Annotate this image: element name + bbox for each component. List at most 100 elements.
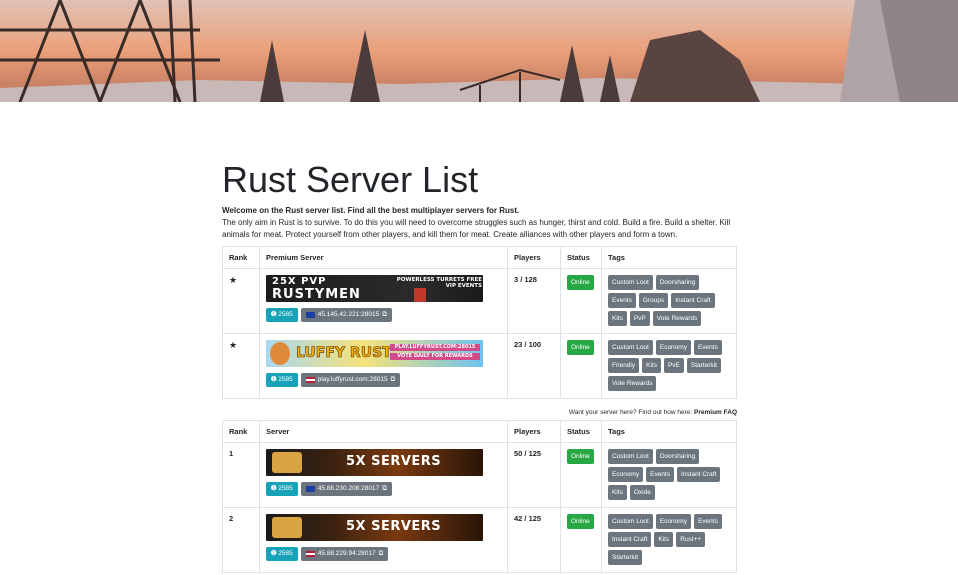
tag[interactable]: Events	[646, 467, 674, 482]
player-count: 42 / 125	[507, 507, 561, 573]
header-rank: Rank	[222, 420, 260, 443]
status-badge: Online	[567, 449, 594, 464]
vote-button[interactable]: ➊ 2585	[266, 373, 298, 387]
rank-number: 1	[222, 442, 260, 508]
hero-banner	[0, 0, 958, 102]
server-banner[interactable]: 25X PVP RUSTYMEN POWERLESS TURRETS FREE …	[266, 275, 483, 302]
banner-side-text: POWERLESS TURRETS FREE VIP EVENTS	[396, 277, 482, 289]
vote-button[interactable]: ➊ 2585	[266, 482, 298, 496]
header-players: Players	[507, 246, 561, 269]
banner-logo	[272, 517, 302, 538]
vote-arrow-icon: ➊	[271, 311, 277, 318]
tag[interactable]: Kits	[608, 485, 627, 500]
tag[interactable]: PvE	[663, 358, 684, 373]
premium-faq-line: Want your server here? Find out how here…	[568, 409, 737, 416]
tag[interactable]: Oxide	[629, 485, 655, 500]
tag[interactable]: Vote Rewards	[652, 311, 702, 326]
vote-arrow-icon: ➊	[271, 550, 277, 557]
premium-server-table: Rank Premium Server Players Status Tags …	[222, 246, 737, 399]
banner-top-text: 25X PVP	[272, 276, 327, 287]
tag[interactable]: Custom Loot	[608, 514, 653, 529]
banner-main-text: 5X SERVERS	[346, 454, 442, 469]
tag[interactable]: Instant Craft	[671, 293, 715, 308]
status-badge: Online	[567, 340, 594, 355]
player-count: 50 / 125	[507, 442, 561, 508]
eu-flag-icon	[305, 312, 315, 318]
player-count: 3 / 128	[507, 268, 561, 334]
tag[interactable]: Custom Loot	[608, 275, 653, 290]
tag[interactable]: Events	[693, 340, 722, 355]
ip-copy-button[interactable]: play.luffyrust.com:28015 ⧉	[300, 373, 401, 387]
tag[interactable]: Groups	[638, 293, 669, 308]
tag[interactable]: PvP	[629, 311, 650, 326]
eu-flag-icon	[305, 486, 315, 492]
server-banner[interactable]: LUFFY RUST PLAY.LUFFYRUST.COM:28015 VOTE…	[266, 340, 483, 367]
header-server: Premium Server	[259, 246, 508, 269]
table-row[interactable]: ★ LUFFY RUST PLAY.LUFFYRUST.COM:28015 VO…	[222, 333, 737, 399]
ip-copy-button[interactable]: 45.88.229.94:28017 ⧉	[300, 547, 389, 561]
vote-arrow-icon: ➊	[271, 376, 277, 383]
header-players: Players	[507, 420, 561, 443]
ip-copy-button[interactable]: 45.145.42.221:28015 ⧉	[300, 308, 392, 322]
tag-list: Custom Loot Economy Events Instant Craft…	[608, 514, 728, 565]
tag[interactable]: Custom Loot	[608, 449, 653, 464]
table-row[interactable]: 1 5X SERVERS ➊ 2585 45.88.230.208:28017 …	[222, 442, 737, 508]
vote-button[interactable]: ➊ 2585	[266, 308, 298, 322]
ip-copy-button[interactable]: 45.88.230.208:28017 ⧉	[300, 482, 392, 496]
table-row[interactable]: ★ 25X PVP RUSTYMEN POWERLESS TURRETS FRE…	[222, 268, 737, 334]
status-badge: Online	[567, 514, 594, 529]
rank-number: 2	[222, 507, 260, 573]
server-banner[interactable]: 5X SERVERS	[266, 514, 483, 541]
tag[interactable]: Economy	[655, 340, 691, 355]
header-status: Status	[560, 246, 602, 269]
copy-icon: ⧉	[382, 485, 387, 492]
hero-landscape-image	[0, 0, 958, 102]
tag[interactable]: Events	[608, 293, 636, 308]
banner-side-text-2: VOTE DAILY FOR REWARDS	[390, 353, 480, 360]
tag[interactable]: Kits	[654, 532, 674, 547]
banner-figure	[414, 288, 426, 302]
vote-button[interactable]: ➊ 2585	[266, 547, 298, 561]
tag-list: Custom Loot Doorsharing Events Groups In…	[608, 275, 728, 326]
table-row[interactable]: 2 5X SERVERS ➊ 2585 45.88.229.94:28017 ⧉…	[222, 507, 737, 573]
header-rank: Rank	[222, 246, 260, 269]
server-banner[interactable]: 5X SERVERS	[266, 449, 483, 476]
table-header-row: Rank Server Players Status Tags	[222, 420, 737, 443]
banner-main-text: RUSTYMEN	[272, 287, 361, 302]
tag[interactable]: Starterkit	[686, 358, 721, 373]
tag[interactable]: Doorsharing	[655, 449, 700, 464]
tag[interactable]: Doorsharing	[655, 275, 700, 290]
us-flag-icon	[305, 551, 315, 557]
header-server: Server	[259, 420, 508, 443]
premium-faq-link[interactable]: Premium FAQ	[694, 409, 737, 416]
status-badge: Online	[567, 275, 594, 290]
banner-side-text: PLAY.LUFFYRUST.COM:28015	[390, 344, 480, 351]
tag[interactable]: Events	[693, 514, 722, 529]
header-tags: Tags	[601, 420, 737, 443]
intro-section: Rust Server List Welcome on the Rust ser…	[222, 158, 737, 240]
tag[interactable]: Custom Loot	[608, 340, 653, 355]
tag-list: Custom Loot Doorsharing Economy Events I…	[608, 449, 728, 500]
tag[interactable]: Kits	[608, 311, 627, 326]
tag[interactable]: Economy	[608, 467, 644, 482]
us-flag-icon	[305, 377, 315, 383]
tag[interactable]: Kits	[642, 358, 661, 373]
tag[interactable]: Economy	[655, 514, 691, 529]
copy-icon: ⧉	[390, 376, 396, 383]
banner-main-text: 5X SERVERS	[346, 519, 442, 534]
banner-character	[270, 342, 290, 365]
tag[interactable]: Starterkit	[608, 550, 643, 565]
intro-bold: Welcome on the Rust server list. Find al…	[222, 206, 520, 215]
copy-icon: ⧉	[378, 550, 384, 557]
tag[interactable]: Rust++	[676, 532, 706, 547]
player-count: 23 / 100	[507, 333, 561, 399]
table-header-row: Rank Premium Server Players Status Tags	[222, 246, 737, 269]
page-title: Rust Server List	[222, 159, 479, 200]
vote-arrow-icon: ➊	[271, 485, 277, 492]
tag[interactable]: Friendly	[608, 358, 640, 373]
banner-main-text: LUFFY RUST	[296, 345, 392, 362]
tag[interactable]: Instant Craft	[676, 467, 721, 482]
copy-icon: ⧉	[382, 311, 387, 318]
tag[interactable]: Vote Rewards	[608, 376, 657, 391]
tag[interactable]: Instant Craft	[608, 532, 652, 547]
